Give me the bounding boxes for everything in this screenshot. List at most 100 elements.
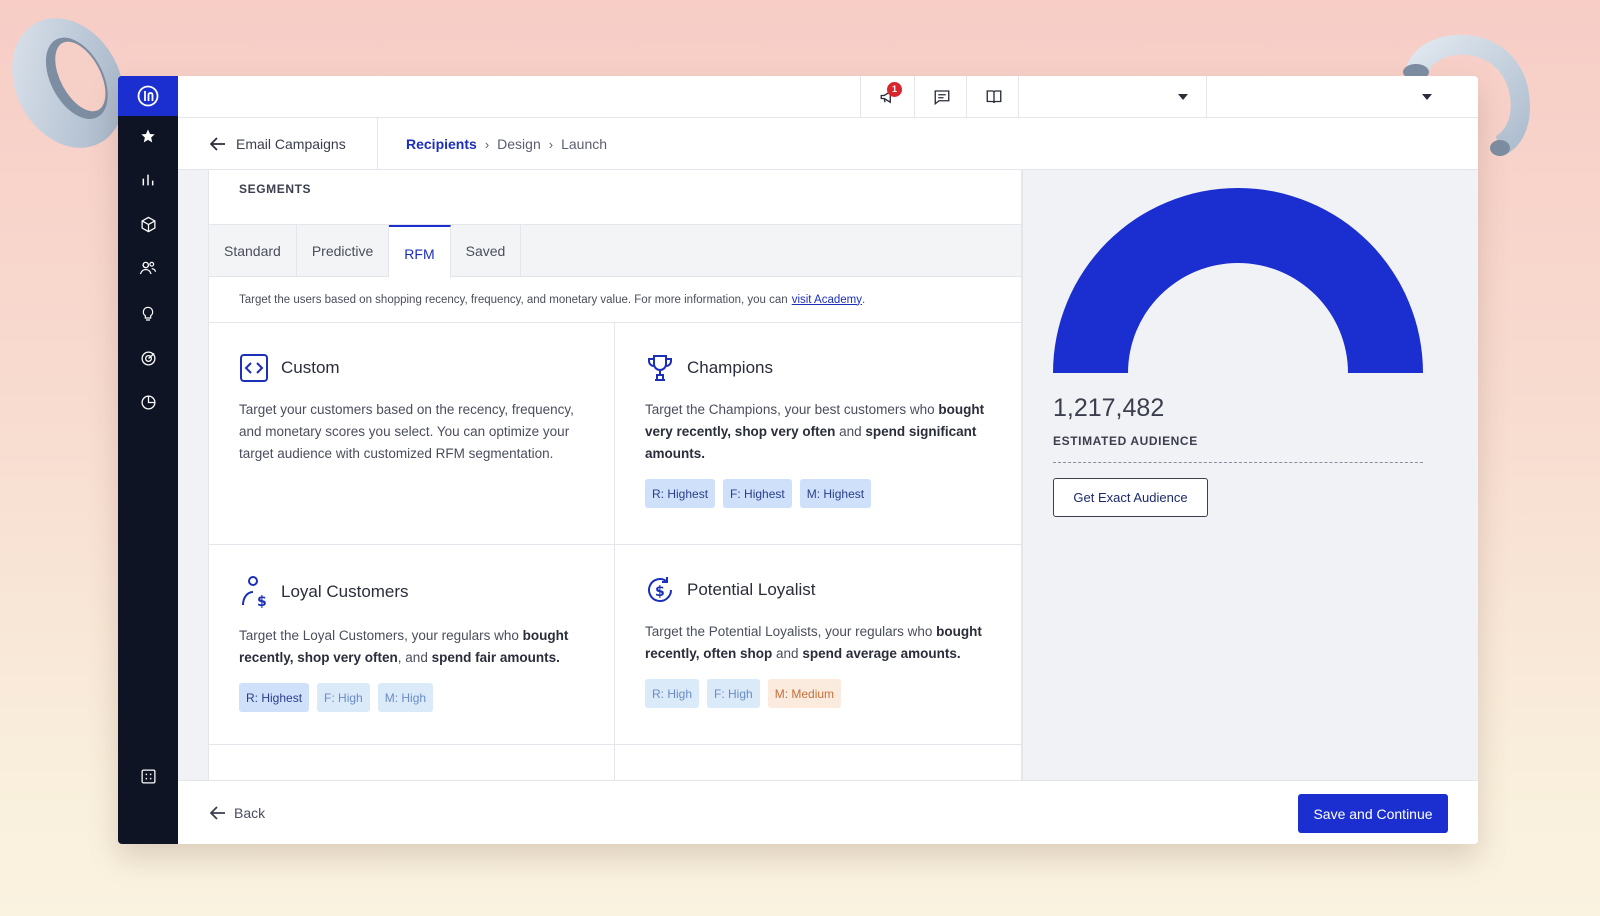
estimated-audience-label: ESTIMATED AUDIENCE bbox=[1053, 434, 1198, 448]
rfm-tag: R: High bbox=[645, 679, 700, 708]
rfm-tag: R: Highest bbox=[239, 683, 310, 712]
bar-chart-icon bbox=[142, 174, 154, 186]
chevron-right-icon: › bbox=[548, 136, 554, 152]
card-title: Champions bbox=[687, 358, 773, 377]
rfm-tag: M: Medium bbox=[767, 679, 842, 708]
rfm-tag: R: Highest bbox=[645, 479, 716, 508]
dollar-cycle-icon: $ bbox=[648, 577, 672, 602]
trophy-icon bbox=[648, 355, 672, 381]
card-title: Custom bbox=[281, 358, 340, 377]
card-potential-loyalist[interactable]: $ Potential Loyalist Target the Potentia… bbox=[615, 545, 1022, 745]
cube-icon bbox=[140, 216, 156, 232]
footer-bar: Back Save and Continue bbox=[178, 780, 1478, 844]
rail-favorites[interactable] bbox=[118, 116, 178, 156]
back-button[interactable]: Back bbox=[210, 781, 265, 844]
segments-panel: SEGMENTS Standard Predictive RFM Saved T… bbox=[208, 170, 1022, 780]
chevron-right-icon: › bbox=[484, 136, 490, 152]
rail-analytics[interactable] bbox=[118, 160, 178, 200]
save-and-continue-button[interactable]: Save and Continue bbox=[1298, 794, 1448, 833]
rfm-tag: M: High bbox=[377, 683, 434, 712]
workspace-dropdown[interactable] bbox=[1018, 76, 1206, 118]
lightbulb-icon bbox=[142, 306, 154, 321]
arrow-left-icon bbox=[210, 137, 225, 151]
rail-products[interactable] bbox=[118, 204, 178, 244]
caret-down-icon bbox=[1422, 94, 1432, 100]
pie-chart-icon bbox=[140, 394, 156, 410]
svg-text:$: $ bbox=[257, 594, 267, 609]
segments-title: SEGMENTS bbox=[209, 170, 1021, 225]
segment-tabs: Standard Predictive RFM Saved bbox=[209, 225, 1021, 278]
chat-icon bbox=[934, 90, 949, 106]
back-to-campaigns-link[interactable]: Email Campaigns bbox=[178, 118, 378, 170]
segment-cards: Custom Target your customers based on th… bbox=[209, 323, 1022, 780]
code-icon bbox=[240, 354, 268, 382]
step-recipients[interactable]: Recipients bbox=[406, 136, 477, 152]
account-dropdown[interactable] bbox=[1206, 76, 1450, 118]
rfm-hint: Target the users based on shopping recen… bbox=[209, 277, 1021, 323]
rfm-tag: F: High bbox=[707, 679, 760, 708]
card-tags: R: High F: High M: Medium bbox=[645, 679, 992, 708]
description-run: Target the Champions, your best customer… bbox=[645, 402, 939, 417]
messages-button[interactable] bbox=[914, 76, 968, 118]
target-icon bbox=[140, 350, 156, 366]
description-run: , and bbox=[397, 650, 432, 665]
book-icon bbox=[986, 90, 1001, 104]
description-run: spend fair amounts. bbox=[431, 650, 560, 665]
card-partial bbox=[615, 745, 1022, 780]
card-custom[interactable]: Custom Target your customers based on th… bbox=[209, 323, 615, 545]
card-loyal-customers[interactable]: $ Loyal Customers Target the Loyal Custo… bbox=[209, 545, 615, 745]
card-title: Potential Loyalist bbox=[687, 580, 816, 599]
rail-audience[interactable] bbox=[118, 248, 178, 288]
caret-down-icon bbox=[1178, 94, 1188, 100]
back-button-label: Back bbox=[234, 805, 266, 821]
description-run: Target your customers based on the recen… bbox=[239, 402, 574, 461]
rail-journeys[interactable] bbox=[118, 338, 178, 378]
arrow-left-icon bbox=[210, 806, 225, 820]
step-design[interactable]: Design bbox=[497, 136, 541, 152]
get-exact-audience-button[interactable]: Get Exact Audience bbox=[1053, 478, 1208, 517]
card-partial bbox=[209, 745, 615, 780]
rail-insights[interactable] bbox=[118, 294, 178, 334]
star-icon bbox=[141, 129, 155, 143]
grid-icon bbox=[140, 768, 156, 784]
description-run: and bbox=[772, 646, 803, 661]
wizard-steps: Recipients › Design › Launch bbox=[406, 118, 607, 170]
step-launch[interactable]: Launch bbox=[561, 136, 607, 152]
description-run: and bbox=[835, 424, 866, 439]
card-tags: R: Highest F: High M: High bbox=[239, 683, 584, 712]
card-description: Target the Potential Loyalists, your reg… bbox=[645, 621, 992, 665]
divider bbox=[1053, 462, 1423, 463]
rail-apps[interactable] bbox=[118, 756, 178, 796]
breadcrumb: Email Campaigns Recipients › Design › La… bbox=[178, 118, 1478, 170]
rfm-tag: M: Highest bbox=[799, 479, 872, 508]
announcements-button[interactable]: 1 bbox=[860, 76, 914, 118]
tab-standard[interactable]: Standard bbox=[209, 225, 297, 277]
visit-academy-link[interactable]: visit Academy bbox=[792, 294, 862, 306]
description-run: Target the Loyal Customers, your regular… bbox=[239, 628, 523, 643]
tab-rfm[interactable]: RFM bbox=[389, 225, 451, 278]
logo[interactable] bbox=[118, 76, 178, 116]
top-bar: 1 bbox=[178, 76, 1478, 118]
card-champions[interactable]: Champions Target the Champions, your bes… bbox=[615, 323, 1022, 545]
tab-saved[interactable]: Saved bbox=[451, 225, 522, 277]
tab-predictive[interactable]: Predictive bbox=[297, 225, 390, 277]
audience-panel: 1,217,482 ESTIMATED AUDIENCE Get Exact A… bbox=[1022, 170, 1478, 780]
users-icon bbox=[139, 261, 157, 275]
card-description: Target your customers based on the recen… bbox=[239, 399, 584, 465]
main-content: SEGMENTS Standard Predictive RFM Saved T… bbox=[178, 170, 1022, 780]
back-link-label: Email Campaigns bbox=[236, 136, 346, 152]
rfm-tag: F: High bbox=[317, 683, 370, 712]
svg-text:$: $ bbox=[655, 584, 665, 600]
card-description: Target the Champions, your best customer… bbox=[645, 399, 992, 465]
rail-reports[interactable] bbox=[118, 382, 178, 422]
card-tags: R: Highest F: Highest M: Highest bbox=[645, 479, 992, 508]
user-dollar-icon: $ bbox=[242, 576, 267, 609]
description-run: spend average amounts. bbox=[802, 646, 961, 661]
description-run: Target the Potential Loyalists, your reg… bbox=[645, 624, 937, 639]
docs-button[interactable] bbox=[966, 76, 1020, 118]
rfm-tag: F: Highest bbox=[723, 479, 792, 508]
notification-badge: 1 bbox=[887, 82, 902, 97]
hint-text: Target the users based on shopping recen… bbox=[239, 293, 788, 306]
estimated-audience-count: 1,217,482 bbox=[1053, 394, 1165, 422]
card-title: Loyal Customers bbox=[281, 582, 409, 601]
